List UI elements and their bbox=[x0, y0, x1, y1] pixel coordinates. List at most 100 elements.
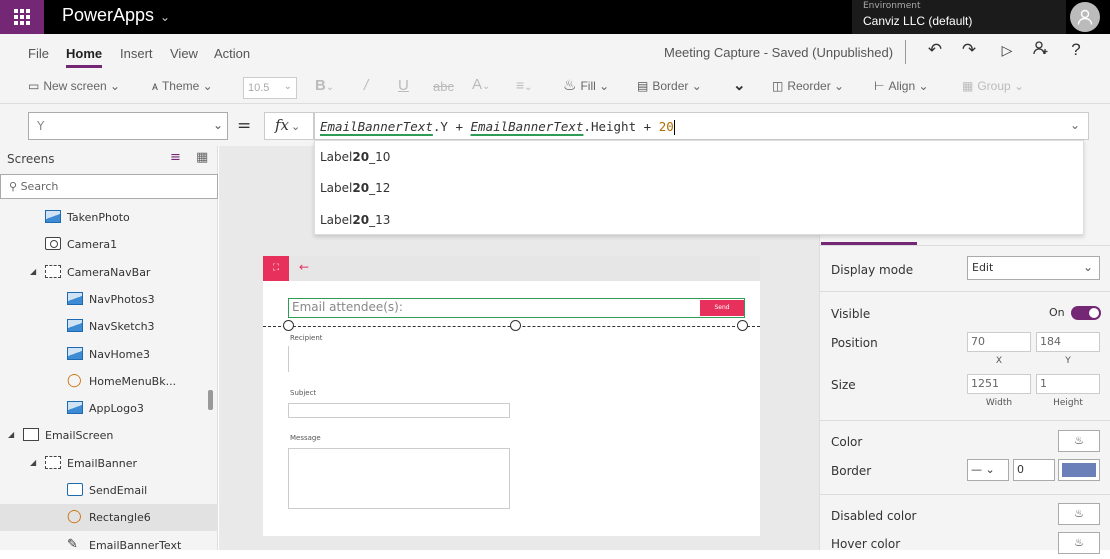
menu-file[interactable]: File bbox=[28, 46, 49, 61]
item-suffix: _10 bbox=[369, 150, 391, 164]
person-icon bbox=[1077, 9, 1093, 25]
undo-icon[interactable]: ↶ bbox=[924, 40, 946, 60]
expand-triangle-icon[interactable]: ◢ bbox=[30, 458, 36, 467]
tree-item[interactable]: ◢ EmailBanner bbox=[0, 450, 218, 477]
item-match: 20 bbox=[352, 213, 370, 227]
height-input[interactable]: 1 bbox=[1036, 374, 1100, 394]
fill-button[interactable]: ♨ Fill ⌄ bbox=[563, 76, 609, 94]
paint-bucket-icon: ♨ bbox=[563, 77, 577, 94]
menu-insert[interactable]: Insert bbox=[120, 46, 153, 61]
message-field[interactable] bbox=[288, 448, 510, 509]
border-width-input[interactable]: 0 bbox=[1013, 459, 1055, 481]
menu-view[interactable]: View bbox=[170, 46, 198, 61]
group-icon: ▦ bbox=[962, 79, 974, 93]
item-prefix: Label bbox=[320, 181, 353, 195]
group-button[interactable]: ▦ Group ⌄ bbox=[962, 79, 1024, 93]
resize-handle[interactable] bbox=[283, 320, 294, 331]
paint-bucket-icon: ♨ bbox=[1074, 536, 1084, 549]
bold-icon[interactable]: B⌄ bbox=[315, 77, 334, 94]
list-view-icon[interactable]: ≡ bbox=[170, 150, 181, 165]
visible-label: Visible bbox=[831, 307, 871, 321]
color-picker-button[interactable]: ♨ bbox=[1058, 430, 1100, 452]
border-style-select[interactable]: — ⌄ bbox=[967, 459, 1009, 481]
underline-icon[interactable]: U bbox=[398, 77, 409, 94]
tree-item[interactable]: NavPhotos3 bbox=[0, 286, 218, 313]
reorder-button[interactable]: ◫ Reorder ⌄ bbox=[772, 79, 844, 93]
email-screen-preview[interactable]: ⛶ ← Email attendee(s): Send Recipient Su… bbox=[263, 256, 760, 536]
subject-field[interactable] bbox=[288, 403, 510, 418]
disabled-color-button[interactable]: ♨ bbox=[1058, 503, 1100, 525]
item-match: 20 bbox=[352, 150, 370, 164]
chevron-down-icon: ⌄ bbox=[283, 81, 292, 92]
email-banner[interactable]: ⛶ ← bbox=[263, 256, 760, 281]
share-user-icon[interactable] bbox=[1030, 40, 1052, 61]
tree-item[interactable]: TakenPhoto bbox=[0, 204, 218, 231]
expand-triangle-icon[interactable]: ◢ bbox=[8, 430, 14, 439]
menu-home[interactable]: Home bbox=[66, 46, 102, 61]
tree-item-label: SendEmail bbox=[89, 484, 148, 497]
property-select[interactable]: Y ⌄ bbox=[28, 112, 228, 140]
divider bbox=[820, 291, 1110, 292]
formula-input[interactable]: EmailBannerText.Y + EmailBannerText.Heig… bbox=[314, 112, 1089, 140]
autocomplete-item[interactable]: Label20_10 bbox=[320, 150, 390, 164]
visible-toggle[interactable] bbox=[1071, 306, 1101, 320]
user-avatar[interactable] bbox=[1070, 2, 1100, 32]
autocomplete-item[interactable]: Label20_13 bbox=[320, 213, 390, 227]
email-attendees-input[interactable]: Email attendee(s): bbox=[288, 298, 745, 318]
function-button[interactable]: fx ⌄ bbox=[264, 112, 314, 140]
autocomplete-item[interactable]: Label20_12 bbox=[320, 181, 390, 195]
tree-item[interactable]: NavHome3 bbox=[0, 341, 218, 368]
disabled-color-label: Disabled color bbox=[831, 509, 917, 523]
tree-item[interactable]: SendEmail bbox=[0, 477, 218, 504]
paint-bucket-icon: ♨ bbox=[1074, 434, 1084, 447]
tree-item[interactable]: AppLogo3 bbox=[0, 395, 218, 422]
align-button[interactable]: ⊢ Align ⌄ bbox=[874, 79, 929, 93]
text-align-icon[interactable]: ≡⌄ bbox=[516, 77, 533, 93]
tree-item[interactable]: ◢ EmailScreen bbox=[0, 422, 218, 449]
help-icon[interactable]: ? bbox=[1065, 40, 1087, 60]
position-y-input[interactable]: 184 bbox=[1036, 332, 1100, 352]
resize-handle[interactable] bbox=[510, 320, 521, 331]
recipient-field[interactable] bbox=[288, 346, 289, 372]
new-screen-button[interactable]: ▭ New screen ⌄ bbox=[28, 79, 120, 93]
tree-item[interactable]: Camera1 bbox=[0, 231, 218, 258]
tree-item[interactable]: ◯ Rectangle6 bbox=[0, 504, 218, 532]
border-button[interactable]: ▤ Border ⌄ bbox=[637, 79, 702, 93]
menu-action[interactable]: Action bbox=[214, 46, 250, 61]
chevron-down-icon[interactable]: ⌄ bbox=[160, 10, 170, 24]
search-input[interactable]: ⚲ Search bbox=[0, 174, 218, 199]
scrollbar-thumb[interactable] bbox=[208, 390, 213, 410]
grid-view-icon[interactable]: ▦ bbox=[196, 150, 208, 165]
font-size-select[interactable]: 10.5 ⌄ bbox=[243, 77, 297, 99]
tree-item-label: Rectangle6 bbox=[89, 511, 151, 525]
italic-icon[interactable]: / bbox=[364, 77, 368, 94]
x-caption: X bbox=[995, 356, 1003, 366]
screen-icon: ▭ bbox=[28, 79, 40, 93]
hover-color-button[interactable]: ♨ bbox=[1058, 532, 1100, 554]
chevron-down-icon: ⌄ bbox=[1082, 260, 1093, 274]
font-color-icon[interactable]: A⌄ bbox=[472, 76, 490, 93]
divider bbox=[820, 494, 1110, 495]
app-name[interactable]: PowerApps bbox=[62, 5, 154, 26]
width-input[interactable]: 1251 bbox=[967, 374, 1031, 394]
environment-selector[interactable]: Environment Canviz LLC (default) bbox=[852, 0, 1066, 34]
border-color-button[interactable] bbox=[1058, 459, 1100, 481]
tree-item[interactable]: NavSketch3 bbox=[0, 313, 218, 340]
tree-item[interactable]: ◢ CameraNavBar bbox=[0, 259, 218, 286]
back-arrow-icon: ← bbox=[299, 260, 310, 274]
redo-icon[interactable]: ↷ bbox=[958, 40, 980, 60]
expand-triangle-icon[interactable]: ◢ bbox=[30, 267, 36, 276]
theme-button[interactable]: ᴀ Theme ⌄ bbox=[152, 79, 213, 93]
tree-item[interactable]: ◯ HomeMenuBk... bbox=[0, 368, 218, 395]
ribbon-expand-icon[interactable]: ⌄ bbox=[733, 76, 746, 94]
play-icon[interactable]: ▷ bbox=[996, 42, 1018, 59]
strikethrough-icon[interactable]: abc bbox=[433, 79, 454, 94]
panel-title: Screens bbox=[7, 152, 55, 166]
resize-handle[interactable] bbox=[737, 320, 748, 331]
send-button[interactable]: Send bbox=[700, 300, 744, 316]
app-launcher-icon[interactable] bbox=[0, 0, 44, 34]
position-x-input[interactable]: 70 bbox=[967, 332, 1031, 352]
display-mode-select[interactable]: Edit ⌄ bbox=[967, 256, 1100, 280]
tree-item[interactable]: ✎ EmailBannerText bbox=[0, 532, 218, 559]
chevron-down-icon[interactable]: ⌄ bbox=[1070, 118, 1080, 132]
